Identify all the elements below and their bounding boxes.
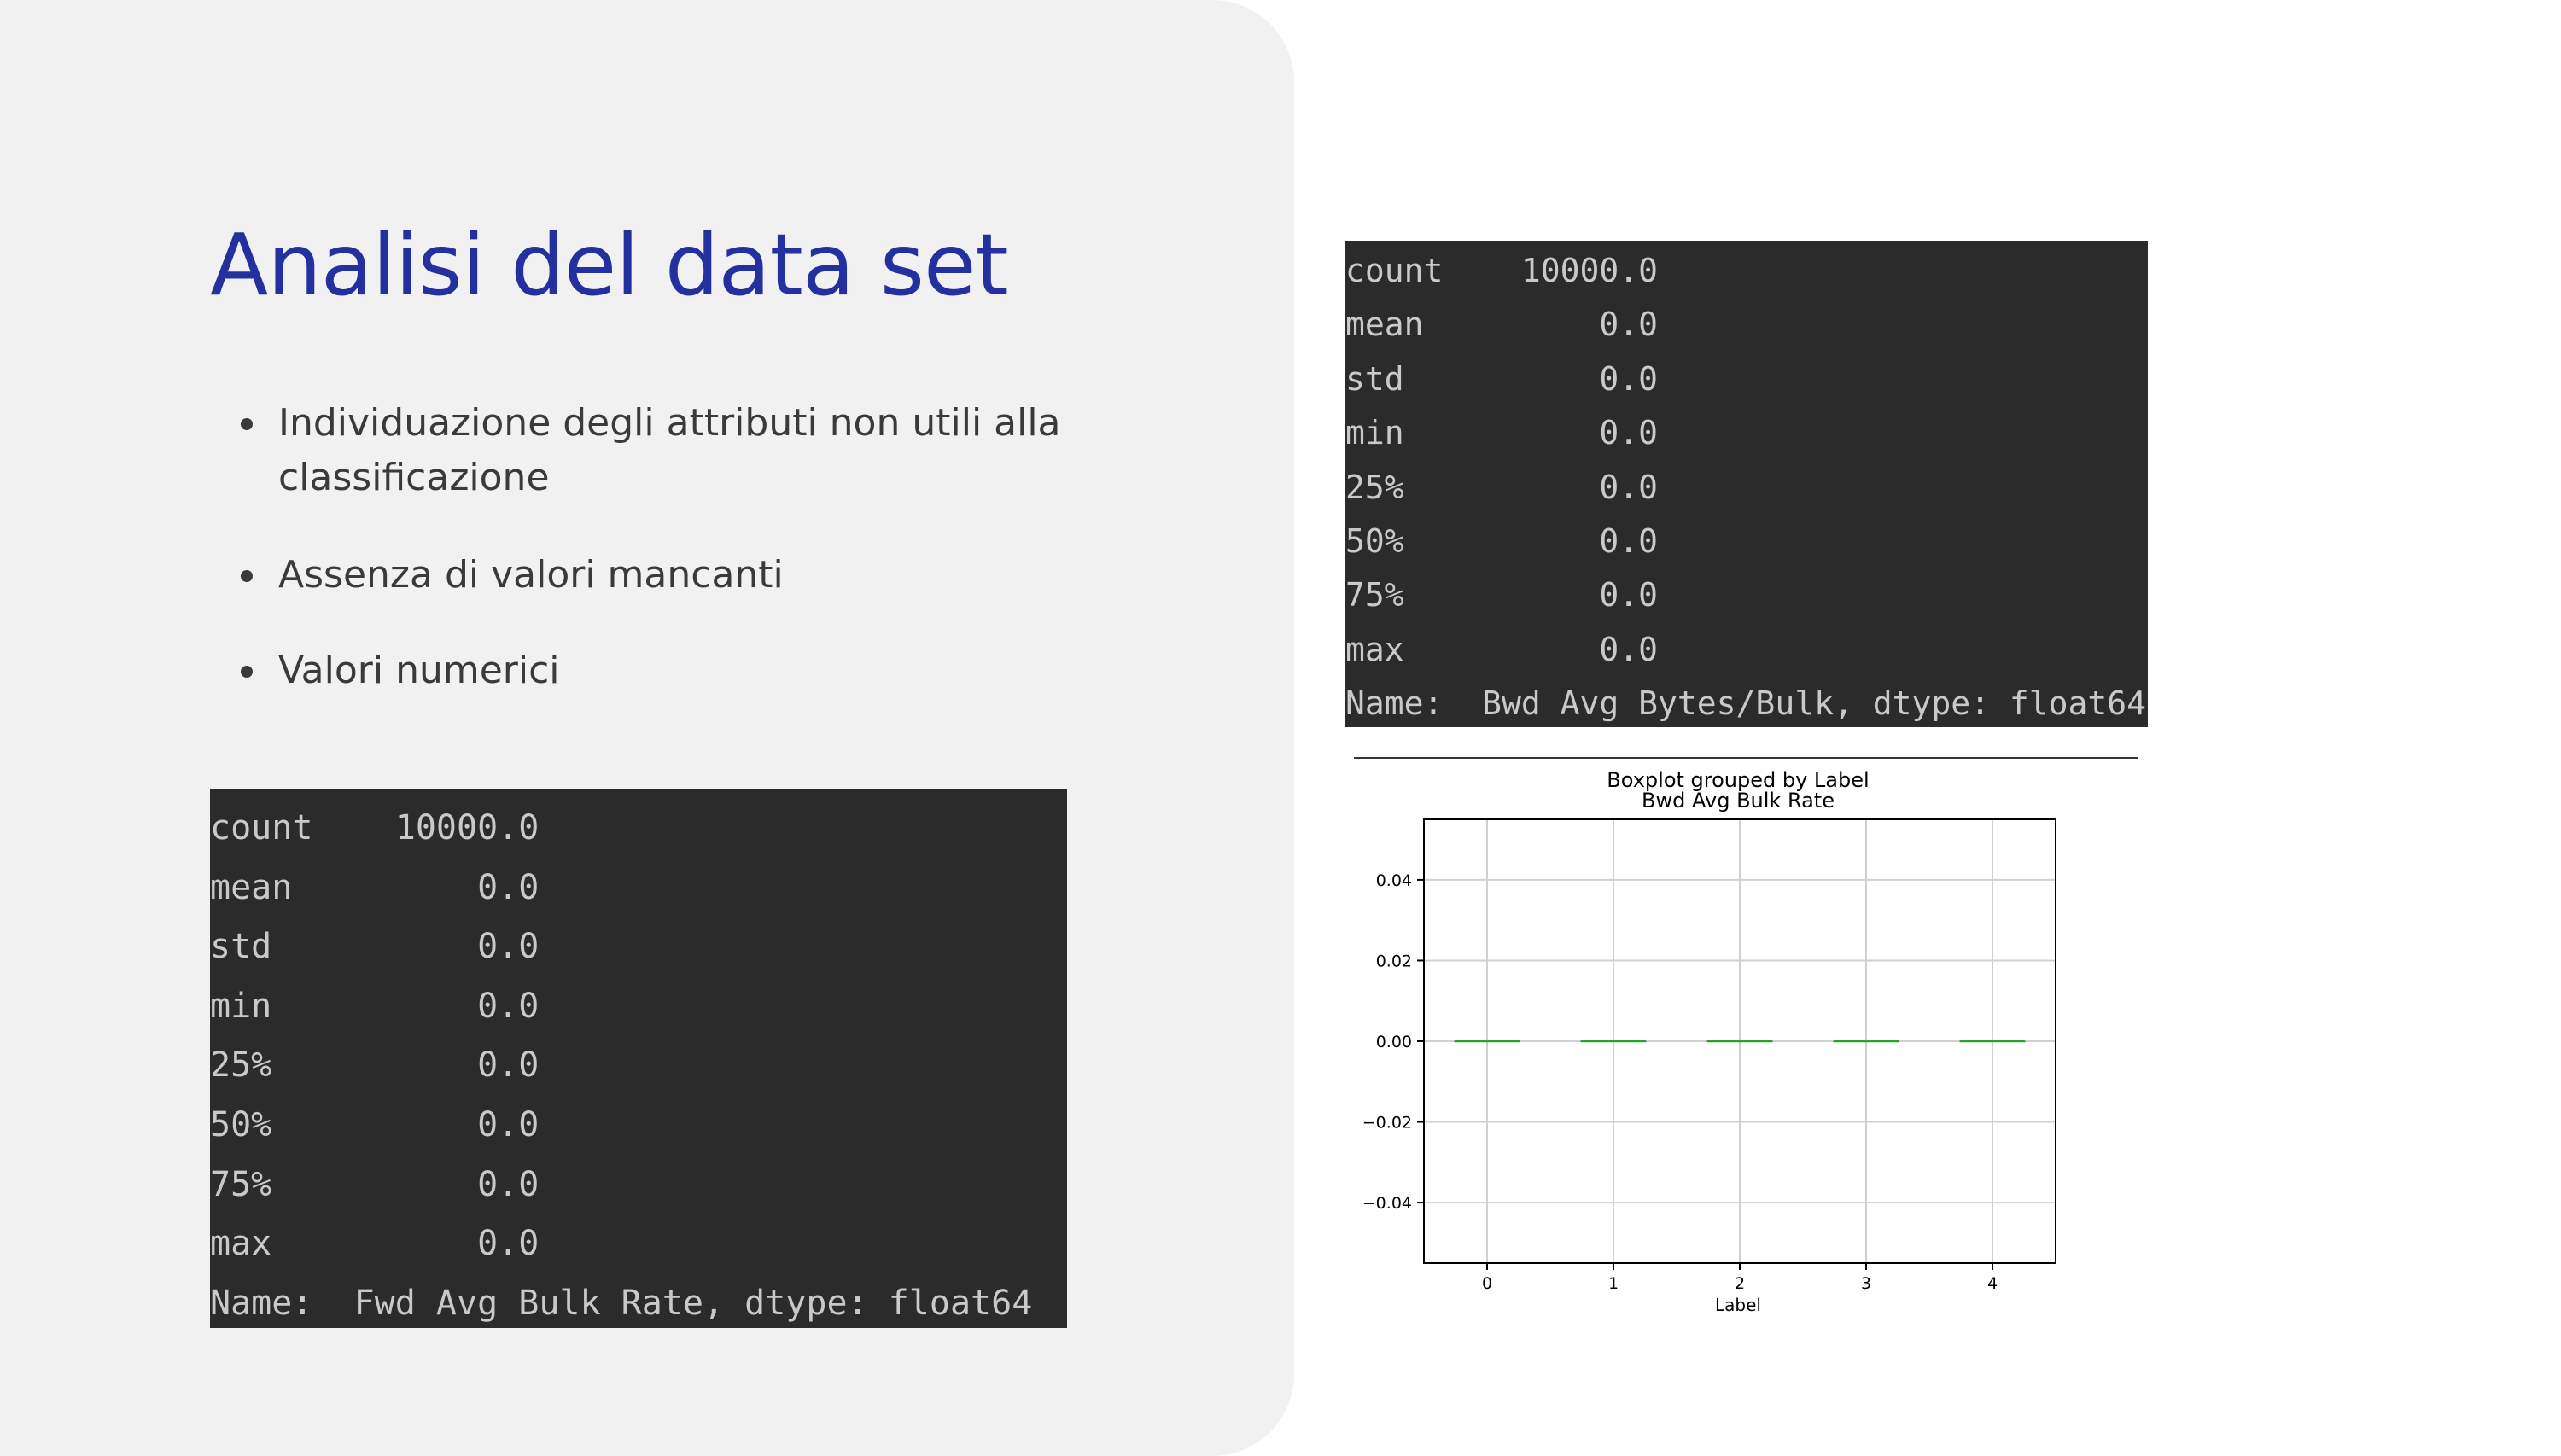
x-axis-label: Label (1715, 1295, 1761, 1315)
boxplot-svg: Boxplot grouped by Label Bwd Avg Bulk Ra… (1354, 757, 2138, 1315)
bullet-dot-icon (241, 570, 253, 582)
bullet-text: Assenza di valori mancanti (278, 553, 784, 597)
x-tick-label: 4 (1987, 1274, 1998, 1293)
slide-title: Analisi del data set (210, 215, 1009, 315)
y-tick-label: −0.02 (1362, 1114, 1412, 1133)
bullet-text-continuation: classificazione (278, 456, 550, 499)
y-tick-label: −0.04 (1362, 1194, 1412, 1213)
y-tick-label: 0.00 (1376, 1033, 1412, 1051)
bullet-dot-icon (241, 418, 253, 430)
boxplot-chart: Boxplot grouped by Label Bwd Avg Bulk Ra… (1345, 751, 2148, 1340)
bullet-text: Individuazione degli attributi non utili… (278, 401, 1061, 445)
chart-ticks: 0 1 2 3 4 −0.04 −0.02 0.00 0.02 0.04 (1362, 871, 1998, 1293)
bullet-dot-icon (241, 666, 253, 678)
y-tick-label: 0.02 (1376, 952, 1412, 970)
console-output-fwd-avg-bulk-rate: count 10000.0 mean 0.0 std 0.0 min 0.0 2… (210, 789, 1067, 1328)
x-tick-label: 0 (1482, 1274, 1492, 1293)
console-output-bwd-avg-bytes-bulk: count 10000.0 mean 0.0 std 0.0 min 0.0 2… (1345, 241, 2148, 727)
bullet-text: Valori numerici (278, 649, 560, 692)
x-tick-label: 1 (1608, 1274, 1619, 1293)
x-tick-label: 2 (1735, 1274, 1745, 1293)
console-text: count 10000.0 mean 0.0 std 0.0 min 0.0 2… (210, 808, 1033, 1323)
console-text: count 10000.0 mean 0.0 std 0.0 min 0.0 2… (1345, 252, 2146, 723)
chart-title: Bwd Avg Bulk Rate (1642, 789, 1835, 812)
y-tick-label: 0.04 (1376, 871, 1412, 890)
x-tick-label: 3 (1861, 1274, 1871, 1293)
